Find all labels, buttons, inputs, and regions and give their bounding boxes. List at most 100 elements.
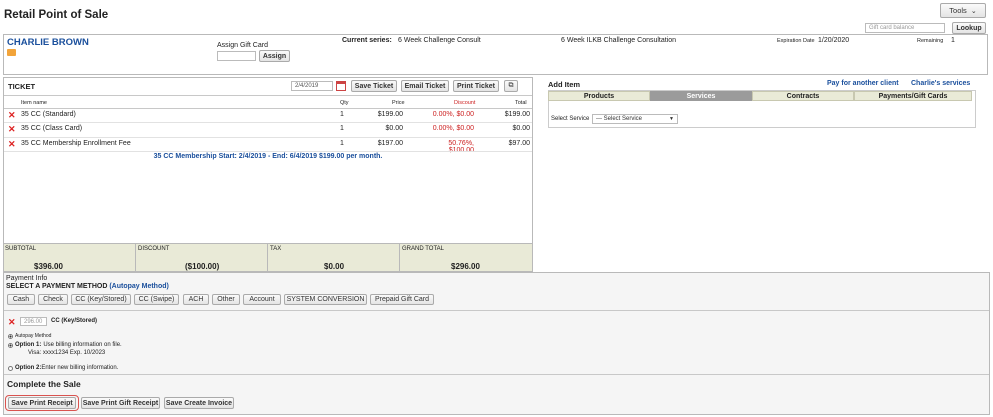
- tab-label: Products: [583, 92, 615, 100]
- ticket-title: TICKET: [8, 82, 36, 91]
- payment-method-name: CC (Key/Stored): [51, 318, 98, 324]
- tax-label: TAX: [270, 246, 282, 252]
- remove-item-icon[interactable]: ✕: [8, 139, 16, 150]
- tax-value: $0.00: [324, 262, 345, 271]
- other-button[interactable]: Other: [212, 294, 240, 305]
- save-create-invoice-button[interactable]: Save Create Invoice: [164, 397, 234, 409]
- item-price: $0.00: [385, 125, 403, 132]
- option-2-row[interactable]: Option 2: Enter new billing information.: [8, 365, 118, 371]
- ticket-date: 2/4/2019: [295, 83, 319, 89]
- gift-card-number-input[interactable]: [217, 51, 256, 61]
- cash-button[interactable]: Cash: [7, 294, 35, 305]
- item-discount[interactable]: 0.00%, $0.00: [422, 111, 474, 118]
- remove-item-icon[interactable]: ✕: [8, 124, 16, 135]
- client-services-link[interactable]: Charlie's services: [911, 80, 970, 87]
- current-series-label: Current series:: [342, 37, 392, 44]
- ticket-date-input[interactable]: 2/4/2019: [291, 81, 333, 91]
- email-ticket-button[interactable]: Email Ticket: [401, 80, 449, 92]
- client-name[interactable]: CHARLIE BROWN: [7, 37, 89, 48]
- add-item-title: Add Item: [548, 80, 581, 89]
- radio-selected-icon[interactable]: [8, 333, 13, 339]
- autopay-method-option[interactable]: Autopay Method: [8, 333, 51, 339]
- tab-contracts[interactable]: Contracts: [752, 91, 854, 101]
- save-print-gift-receipt-button[interactable]: Save Print Gift Receipt: [81, 397, 160, 409]
- prepaid-gift-card-button[interactable]: Prepaid Gift Card: [370, 294, 434, 305]
- print-ticket-button[interactable]: Print Ticket: [453, 80, 499, 92]
- complete-sale-title: Complete the Sale: [7, 379, 81, 389]
- membership-note: 35 CC Membership Start: 2/4/2019 - End: …: [153, 153, 383, 160]
- tab-products[interactable]: Products: [548, 91, 650, 101]
- radio-selected-icon[interactable]: [8, 342, 13, 348]
- grand-total-label: GRAND TOTAL: [402, 246, 445, 252]
- item-qty: 1: [340, 125, 344, 132]
- grand-total-cell: GRAND TOTAL $296.00: [400, 244, 532, 272]
- tab-services[interactable]: Services: [650, 91, 752, 101]
- cc-swipe-button[interactable]: CC (Swipe): [134, 294, 179, 305]
- option-1-label: Option 1:: [15, 342, 42, 348]
- tools-label: Tools: [949, 6, 967, 15]
- tab-label: Services: [686, 92, 716, 100]
- select-payment-method-label: SELECT A PAYMENT METHOD (Autopay Method): [6, 283, 169, 290]
- remaining-label: Remaining: [917, 38, 944, 44]
- autopay-method-label: Autopay Method: [15, 333, 52, 339]
- select-method-text: SELECT A PAYMENT METHOD: [6, 283, 108, 290]
- select-service-label: Select Service: [551, 116, 590, 122]
- item-name: 35 CC (Standard): [21, 111, 76, 118]
- select-service-dropdown[interactable]: --- Select Service ▼: [592, 114, 678, 124]
- column-item-name: Item name: [21, 100, 47, 106]
- tax-cell: TAX $0.00: [268, 244, 400, 272]
- autopay-method-link[interactable]: (Autopay Method): [109, 283, 169, 290]
- option-2-label: Option 2:: [15, 365, 42, 371]
- tools-button[interactable]: Tools ⌄: [940, 3, 986, 18]
- table-row: ✕ 35 CC (Standard) 1 $199.00 0.00%, $0.0…: [4, 109, 532, 122]
- assign-button[interactable]: Assign: [259, 50, 290, 62]
- option-1-row[interactable]: Option 1: Use billing information on fil…: [8, 342, 122, 348]
- column-qty: Qty: [340, 100, 349, 106]
- account-button[interactable]: Account: [243, 294, 281, 305]
- discount-label: DISCOUNT: [138, 246, 170, 252]
- item-price: $197.00: [377, 140, 403, 147]
- system-conversion-button[interactable]: SYSTEM CONVERSION: [284, 294, 367, 305]
- save-ticket-button[interactable]: Save Ticket: [351, 80, 397, 92]
- chevron-down-icon: ▼: [669, 116, 674, 122]
- calendar-icon[interactable]: [336, 81, 346, 91]
- remove-item-icon[interactable]: ✕: [8, 110, 16, 121]
- option-1-text: Use billing information on file.: [43, 342, 122, 348]
- subtotal-cell: SUBTOTAL $396.00: [4, 244, 136, 272]
- item-name: 35 CC (Class Card): [21, 125, 83, 132]
- item-total: $199.00: [504, 111, 530, 118]
- remaining-value: 1: [951, 37, 955, 44]
- remove-payment-icon[interactable]: ✕: [8, 317, 16, 328]
- pay-for-another-client-link[interactable]: Pay for another client: [827, 80, 899, 87]
- check-button[interactable]: Check: [38, 294, 68, 305]
- tab-label: Payments/Gift Cards: [878, 92, 948, 100]
- subtotal-label: SUBTOTAL: [5, 246, 37, 252]
- current-series-value: 6 Week Challenge Consult: [398, 37, 481, 44]
- totals-bar: SUBTOTAL $396.00 DISCOUNT ($100.00) TAX …: [4, 243, 532, 272]
- item-qty: 1: [340, 111, 344, 118]
- grand-total-value: $296.00: [451, 262, 480, 271]
- item-discount[interactable]: 0.00%, $0.00: [422, 125, 474, 132]
- subtotal-value: $396.00: [34, 262, 63, 271]
- popout-icon[interactable]: ⧉: [504, 80, 518, 92]
- assign-gift-card-label: Assign Gift Card: [217, 42, 268, 49]
- item-total: $97.00: [508, 140, 530, 147]
- expiration-value: 1/20/2020: [818, 37, 850, 44]
- select-service-value: --- Select Service: [596, 116, 643, 122]
- ach-button[interactable]: ACH: [183, 294, 209, 305]
- series-name: 6 Week ILKB Challenge Consultation: [561, 37, 677, 44]
- lookup-button[interactable]: Lookup: [952, 22, 986, 34]
- save-print-receipt-button[interactable]: Save Print Receipt: [8, 397, 76, 409]
- item-name: 35 CC Membership Enrollment Fee: [21, 140, 131, 147]
- gift-card-balance-input[interactable]: Gift card balance: [865, 23, 945, 33]
- cc-key-stored-button[interactable]: CC (Key/Stored): [71, 294, 131, 305]
- tab-label: Contracts: [786, 92, 820, 100]
- radio-unselected-icon[interactable]: [8, 365, 13, 371]
- mail-icon[interactable]: [7, 49, 16, 56]
- table-row: ✕ 35 CC (Class Card) 1 $0.00 0.00%, $0.0…: [4, 123, 532, 136]
- payment-amount-input[interactable]: 296.00: [20, 317, 47, 326]
- expiration-label: Expiration Date: [777, 38, 815, 44]
- tab-payments-gift-cards[interactable]: Payments/Gift Cards: [854, 91, 972, 101]
- item-qty: 1: [340, 140, 344, 147]
- card-on-file: Visa: xxxx1234 Exp. 10/2023: [28, 350, 106, 356]
